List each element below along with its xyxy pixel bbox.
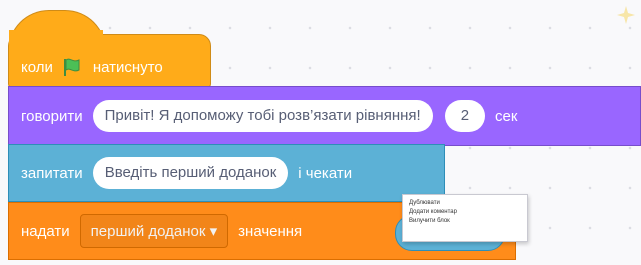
context-menu-item-add-comment[interactable]: Додати коментар — [409, 208, 521, 217]
ask-verb-label: запитати — [21, 164, 83, 182]
ask-and-wait-block[interactable]: запитати Введіть перший доданок і чекати — [8, 144, 445, 202]
hat-prefix-label: коли — [21, 58, 53, 76]
sparkle-icon — [617, 6, 635, 24]
hat-suffix-label: натиснуто — [92, 58, 163, 76]
set-value-label: значення — [238, 222, 303, 240]
ask-question-input[interactable]: Введіть перший доданок — [92, 157, 289, 189]
say-unit-label: сек — [495, 107, 518, 125]
say-verb-label: говорити — [21, 107, 83, 125]
variable-dropdown[interactable]: перший доданок ▾ — [79, 214, 229, 248]
set-verb-label: надати — [21, 222, 70, 240]
ask-suffix-label: і чекати — [298, 164, 353, 182]
green-flag-icon — [63, 58, 80, 76]
say-message-input[interactable]: Привіт! Я допоможу тобі розв’язати рівня… — [92, 100, 433, 132]
say-for-secs-block[interactable]: говорити Привіт! Я допоможу тобі розв’яз… — [8, 86, 641, 146]
say-seconds-input[interactable]: 2 — [444, 100, 486, 132]
context-menu-item-delete-block[interactable]: Вилучити блок — [409, 217, 521, 226]
context-menu-item-duplicate[interactable]: Дублювати — [409, 199, 521, 208]
block-context-menu: Дублювати Додати коментар Вилучити блок — [402, 194, 528, 242]
